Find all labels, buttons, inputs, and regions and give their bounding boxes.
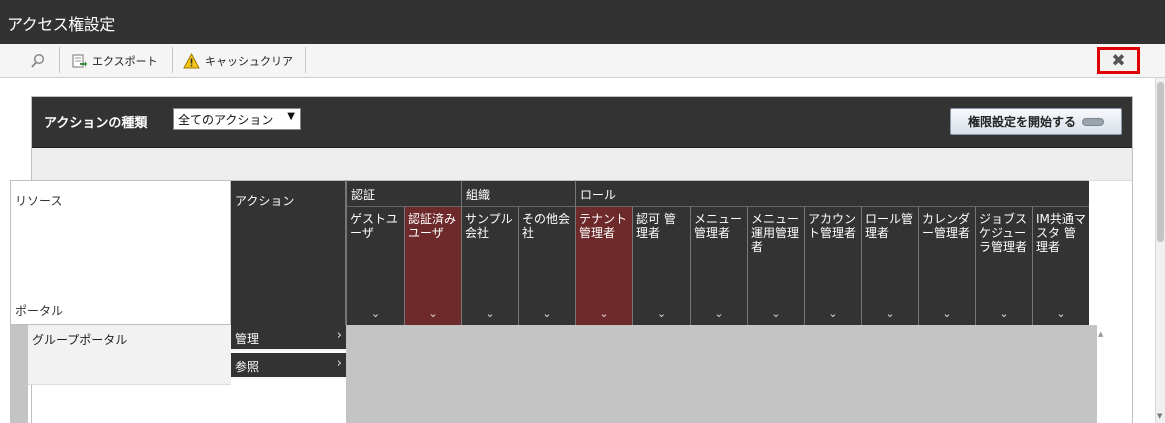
column-header-label: ロール管理者: [865, 212, 914, 240]
scroll-down-icon[interactable]: ▼: [1157, 412, 1162, 420]
action-type-label: アクションの種類: [44, 116, 148, 131]
cache-clear-label: キャッシュクリア: [205, 55, 293, 68]
chevron-down-icon[interactable]: ⌄: [347, 307, 404, 321]
grid-empty-area: [346, 325, 1097, 423]
cache-clear-button[interactable]: キャッシュクリア: [183, 49, 293, 73]
close-button[interactable]: ✖: [1097, 47, 1140, 74]
chevron-down-icon[interactable]: ⌄: [748, 307, 804, 321]
chevron-down-icon[interactable]: ⌄: [919, 307, 975, 321]
panel-header: アクションの種類 全てのアクション ▼ 権限設定を開始する: [32, 97, 1132, 148]
group-organization-header: 組織: [461, 180, 575, 206]
group-role-header: ロール: [575, 180, 1089, 206]
column-header-label: IM共通マスタ 管理者: [1036, 212, 1086, 254]
chevron-down-icon[interactable]: ⌄: [691, 307, 747, 321]
action-label: 管理: [235, 332, 260, 346]
chevron-right-icon: ›: [336, 356, 342, 371]
column-header-label: サンプル会社: [465, 212, 513, 240]
chevron-down-icon[interactable]: ⌄: [1033, 307, 1089, 321]
permission-grid: リソース ポータル アクション 認証 組織 ロール ゲストユーザ ⌄ 認証済みユーザ ⌄ サン…: [10, 180, 1122, 423]
column-header[interactable]: アカウント管理者 ⌄: [804, 206, 861, 325]
export-icon: [72, 54, 87, 68]
resource-name: グループポータル: [32, 333, 128, 347]
action-header: アクション: [231, 180, 346, 325]
column-header-label: 認証済みユーザ: [408, 212, 457, 240]
group-auth-header: 認証: [346, 180, 461, 206]
start-permission-button[interactable]: 権限設定を開始する: [950, 108, 1122, 135]
title-bar: アクセス権設定: [0, 0, 1165, 44]
column-header[interactable]: 認可 管理者 ⌄: [632, 206, 690, 325]
column-header[interactable]: その他会社 ⌄: [518, 206, 575, 325]
action-type-select[interactable]: 全てのアクション ▼: [173, 108, 301, 130]
warning-icon: [183, 53, 200, 69]
window-title: アクセス権設定: [7, 15, 115, 34]
scrollbar-thumb[interactable]: [1157, 82, 1164, 242]
column-header[interactable]: ロール管理者 ⌄: [861, 206, 918, 325]
column-header-label: メニュー運用管理者: [751, 212, 800, 254]
column-header-label: メニュー管理者: [694, 212, 743, 240]
start-permission-label: 権限設定を開始する: [967, 115, 1076, 129]
column-header-label: テナント管理者: [579, 212, 628, 240]
action-type-value: 全てのアクション: [178, 113, 274, 127]
column-header-label: アカウント管理者: [808, 212, 857, 240]
panel-subbar: [32, 148, 1132, 181]
column-header-label: ジョブスケジューラ管理者: [979, 212, 1028, 254]
chevron-down-icon[interactable]: ⌄: [805, 307, 861, 321]
chevron-down-icon[interactable]: ⌄: [576, 307, 632, 321]
column-header[interactable]: ジョブスケジューラ管理者 ⌄: [975, 206, 1032, 325]
chevron-down-icon[interactable]: ⌄: [519, 307, 575, 321]
chevron-down-icon[interactable]: ⌄: [862, 307, 918, 321]
vertical-scrollbar[interactable]: ▼: [1155, 78, 1165, 423]
column-header[interactable]: サンプル会社 ⌄: [461, 206, 518, 325]
toolbar: エクスポート キャッシュクリア ✖: [0, 44, 1165, 78]
portal-header-label: ポータル: [15, 304, 64, 318]
column-header[interactable]: ゲストユーザ ⌄: [346, 206, 404, 325]
column-header[interactable]: メニュー運用管理者 ⌄: [747, 206, 804, 325]
export-button[interactable]: エクスポート: [71, 49, 158, 73]
resource-header: リソース ポータル: [10, 180, 231, 325]
column-header[interactable]: IM共通マスタ 管理者 ⌄: [1032, 206, 1089, 325]
chevron-right-icon: ›: [336, 328, 342, 343]
close-icon: ✖: [1111, 50, 1126, 71]
chevron-down-icon[interactable]: ⌄: [462, 307, 518, 321]
chevron-down-icon[interactable]: ⌄: [633, 307, 690, 321]
export-label: エクスポート: [92, 55, 158, 68]
action-cell[interactable]: 参照 ›: [231, 353, 346, 379]
dropdown-arrow-icon: ▼: [287, 111, 295, 122]
column-header[interactable]: テナント管理者 ⌄: [575, 206, 632, 325]
toggle-icon: [1082, 117, 1104, 126]
search-icon: [31, 53, 45, 68]
chevron-down-icon[interactable]: ⌄: [976, 307, 1032, 321]
resource-header-label: リソース: [15, 194, 63, 208]
resource-indent: [10, 325, 28, 423]
column-header[interactable]: 認証済みユーザ ⌄: [404, 206, 461, 325]
column-header[interactable]: カレンダー管理者 ⌄: [918, 206, 975, 325]
search-button[interactable]: [30, 49, 46, 73]
action-label: 参照: [235, 360, 260, 374]
column-header[interactable]: メニュー管理者 ⌄: [690, 206, 747, 325]
action-cell[interactable]: 管理 ›: [231, 325, 346, 351]
column-header-label: その他会社: [522, 212, 571, 240]
column-header-label: ゲストユーザ: [350, 212, 399, 240]
action-header-label: アクション: [235, 194, 295, 208]
grid-scroll-up-icon[interactable]: ▲: [1098, 330, 1103, 338]
column-header-label: 認可 管理者: [636, 212, 676, 240]
column-header-label: カレンダー管理者: [922, 212, 971, 240]
chevron-down-icon[interactable]: ⌄: [405, 307, 461, 321]
resource-cell[interactable]: グループポータル: [28, 325, 231, 385]
